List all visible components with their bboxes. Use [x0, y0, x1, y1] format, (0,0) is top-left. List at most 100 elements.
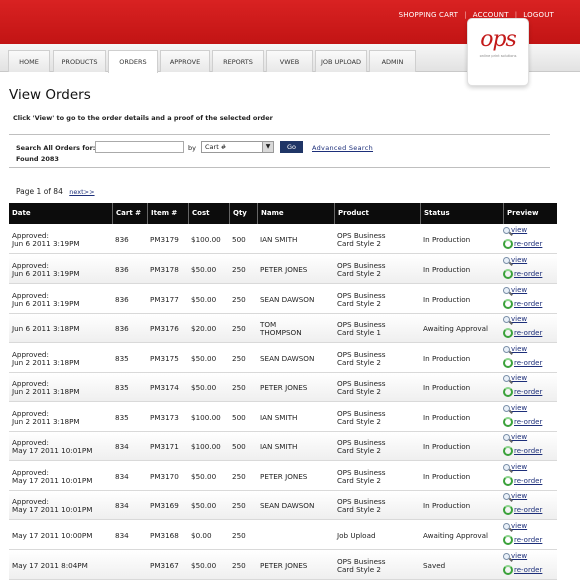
reorder-link[interactable]: re-order — [503, 387, 542, 397]
cell-name-line: SEAN DAWSON — [260, 500, 315, 510]
tab-vweb[interactable]: VWEB — [266, 50, 313, 72]
table-row: Approved: Jun 6 2011 3:19PM 836 PM3179 $100.… — [9, 225, 557, 254]
view-link[interactable]: view — [503, 433, 527, 441]
tab-orders[interactable]: ORDERS — [108, 50, 158, 73]
col-header-status[interactable]: Status — [420, 203, 503, 224]
go-button[interactable]: Go — [280, 141, 303, 153]
reorder-link[interactable]: re-order — [503, 299, 542, 309]
cell-cart: 834 — [112, 491, 147, 520]
col-header-item[interactable]: Item # — [147, 203, 188, 224]
view-link[interactable]: view — [503, 552, 527, 560]
cell-name-text: TOM THOMPSON — [260, 320, 302, 337]
magnifier-icon — [503, 463, 510, 471]
reorder-link[interactable]: re-order — [503, 358, 542, 368]
reorder-link[interactable]: re-order — [503, 239, 542, 249]
cell-preview: view re-order — [503, 522, 557, 549]
cell-product-line: Job Upload — [337, 530, 376, 540]
reorder-link[interactable]: re-order — [503, 417, 542, 427]
col-header-cost[interactable]: Cost — [188, 203, 229, 224]
cell-cart-text: 834 — [115, 442, 129, 451]
ops-logo[interactable]: ops online print solutions — [467, 18, 529, 86]
reorder-link[interactable]: re-order — [503, 446, 542, 456]
cell-preview: view re-order — [503, 433, 557, 460]
cell-date-text: Approved: Jun 6 2011 3:19PM — [12, 231, 80, 248]
cell-status: In Production — [420, 285, 503, 314]
col-header-date[interactable]: Date — [9, 203, 112, 224]
cell-status-line: Awaiting Approval — [423, 530, 489, 540]
reorder-link[interactable]: re-order — [503, 535, 542, 545]
magnifier-icon — [503, 345, 510, 353]
search-input[interactable] — [95, 141, 184, 153]
cell-cost: $100.00 — [188, 432, 229, 461]
cell-cart-line: 834 — [115, 500, 129, 510]
table-row: Approved: Jun 2 2011 3:18PM 835 PM3175 $50.0… — [9, 344, 557, 373]
cell-qty: 500 — [229, 403, 257, 432]
tab-home[interactable]: HOME — [8, 50, 50, 72]
cell-name: TOM THOMPSON — [257, 314, 334, 343]
view-link[interactable]: view — [503, 286, 527, 294]
next-page-link[interactable]: next>> — [69, 188, 94, 196]
cell-qty-line: 250 — [232, 560, 246, 570]
cell-qty-line: 500 — [232, 441, 246, 451]
tab-approve[interactable]: APPROVE — [160, 50, 210, 72]
tab-job-upload[interactable]: JOB UPLOAD — [315, 50, 367, 72]
cell-qty-text: 250 — [232, 324, 246, 333]
col-header-product[interactable]: Product — [334, 203, 420, 224]
cell-status-text: Saved — [423, 561, 445, 570]
table-row: Approved: Jun 6 2011 3:19PM 836 PM3177 $50.0… — [9, 285, 557, 314]
cell-name-line: SEAN DAWSON — [260, 353, 315, 363]
view-link[interactable]: view — [503, 492, 527, 500]
tab-admin[interactable]: ADMIN — [369, 50, 416, 72]
chevron-down-icon[interactable]: ▼ — [262, 142, 273, 152]
cell-product: Job Upload — [334, 521, 420, 550]
col-header-qty[interactable]: Qty — [229, 203, 257, 224]
cell-item: PM3168 — [147, 521, 188, 550]
tab-reports[interactable]: REPORTS — [212, 50, 264, 72]
cell-cost-line: $100.00 — [191, 234, 221, 244]
view-link[interactable]: view — [503, 404, 527, 412]
tab-products[interactable]: PRODUCTS — [53, 50, 106, 72]
cell-status-line: In Production — [423, 441, 471, 451]
reorder-link[interactable]: re-order — [503, 505, 542, 515]
reorder-link[interactable]: re-order — [503, 476, 542, 486]
cell-cart: 836 — [112, 314, 147, 343]
reorder-link[interactable]: re-order — [503, 565, 542, 575]
cell-product-text: OPS Business Card Style 2 — [337, 379, 386, 396]
advanced-search-link[interactable]: Advanced Search — [312, 144, 373, 152]
search-field-select[interactable]: Cart # ▼ — [201, 141, 274, 153]
cell-item-line: PM3176 — [150, 323, 179, 333]
cell-status: In Production — [420, 432, 503, 461]
col-header-cart[interactable]: Cart # — [112, 203, 147, 224]
shopping-cart-link[interactable]: SHOPPING CART — [399, 11, 459, 19]
view-link[interactable]: view — [503, 522, 527, 530]
cell-item-text: PM3179 — [150, 235, 179, 244]
cell-date-line: May 17 2011 10:01PM — [12, 475, 93, 485]
cell-item: PM3176 — [147, 314, 188, 343]
cell-product-line: Card Style 2 — [337, 445, 382, 455]
cell-qty-text: 250 — [232, 560, 246, 570]
view-link-label: view — [511, 522, 528, 530]
cell-cart-text: 834 — [115, 500, 129, 510]
col-header-name[interactable]: Name — [257, 203, 334, 224]
cell-preview: view re-order — [503, 226, 557, 253]
view-link[interactable]: view — [503, 345, 527, 353]
cell-status-line: Awaiting Approval — [423, 323, 489, 333]
cell-cost-line: $50.00 — [191, 294, 217, 304]
cell-product-line: Card Style 2 — [337, 475, 382, 485]
view-link[interactable]: view — [503, 463, 527, 471]
cell-qty-line: 250 — [232, 353, 246, 363]
view-link[interactable]: view — [503, 374, 527, 382]
cell-cost-line: $20.00 — [191, 323, 217, 333]
reorder-link[interactable]: re-order — [503, 328, 542, 338]
reorder-link-label: re-order — [514, 418, 543, 426]
view-link[interactable]: view — [503, 256, 527, 264]
table-row: Approved: Jun 2 2011 3:18PM 835 PM3173 $100.… — [9, 403, 557, 432]
reorder-link[interactable]: re-order — [503, 269, 542, 279]
cell-status: Awaiting Approval — [420, 314, 503, 343]
view-link[interactable]: view — [503, 315, 527, 323]
logout-link[interactable]: LOGOUT — [523, 11, 554, 19]
view-link[interactable]: view — [503, 226, 527, 234]
cell-product: OPS Business Card Style 2 — [334, 373, 420, 402]
cell-cost-text: $50.00 — [191, 265, 216, 274]
cell-item-line: PM3178 — [150, 264, 179, 274]
